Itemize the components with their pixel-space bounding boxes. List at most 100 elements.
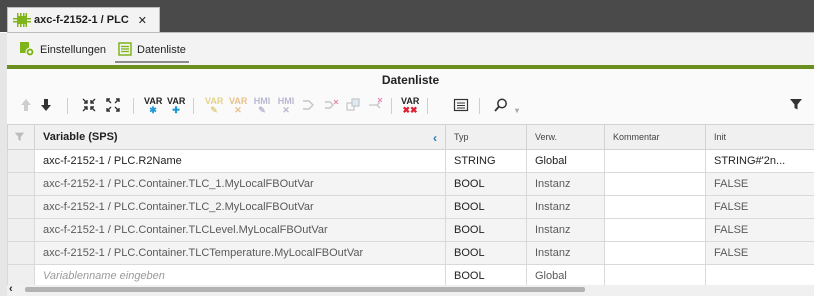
filter-column-header[interactable] xyxy=(7,124,35,150)
variable-prefix: axc-f-2152-1 / PLC. xyxy=(43,201,139,213)
toolbar-separator xyxy=(133,98,134,114)
usage-cell[interactable]: Instanz xyxy=(526,218,605,242)
table-row[interactable]: axc-f-2152-1 / PLC.Container.TLC_2.MyLoc… xyxy=(7,195,814,219)
add-var-multiple-icon[interactable]: VAR ✚ xyxy=(167,97,185,115)
scroll-left-icon[interactable]: ‹ xyxy=(9,283,13,295)
comment-cell[interactable] xyxy=(604,149,706,173)
variable-cell[interactable]: axc-f-2152-1 / PLC.Container.TLCLevel.My… xyxy=(34,218,446,242)
column-header-typ[interactable]: Typ xyxy=(445,124,527,150)
variable-cell[interactable]: axc-f-2152-1 / PLC.R2Name xyxy=(34,149,446,173)
variable-name: Container.TLC_2.MyLocalFBOutVar xyxy=(138,201,314,213)
row-selector[interactable] xyxy=(7,241,35,265)
disconnect-icon[interactable] xyxy=(323,97,339,115)
init-cell[interactable]: FALSE xyxy=(705,218,814,242)
tab-einstellungen[interactable]: Einstellungen xyxy=(19,40,106,60)
toolbar: VAR ✱ VAR ✚ VAR ✎ VAR ✕ HMI ✎ HMI ✕ VAR … xyxy=(7,94,814,118)
usage-cell[interactable]: Instanz xyxy=(526,195,605,219)
search-dropdown-icon[interactable]: ▾ xyxy=(515,106,519,124)
usage-cell[interactable]: Instanz xyxy=(526,172,605,196)
row-selector[interactable] xyxy=(7,195,35,219)
type-cell[interactable]: STRING xyxy=(445,149,527,173)
init-cell[interactable]: FALSE xyxy=(705,195,814,219)
row-selector[interactable] xyxy=(7,149,35,173)
toolbar-separator xyxy=(427,98,428,114)
comment-cell[interactable] xyxy=(604,195,706,219)
tab-datenliste[interactable]: Datenliste xyxy=(115,40,189,63)
variable-name: Container.TLCLevel.MyLocalFBOutVar xyxy=(138,224,328,236)
variable-cell[interactable]: axc-f-2152-1 / PLC.Container.TLC_2.MyLoc… xyxy=(34,195,446,219)
table-row[interactable]: axc-f-2152-1 / PLC.Container.TLCLevel.My… xyxy=(7,218,814,242)
variable-prefix: axc-f-2152-1 / PLC. xyxy=(43,247,139,259)
type-cell[interactable]: BOOL xyxy=(445,241,527,265)
table-view-icon[interactable] xyxy=(453,97,469,115)
delete-var-icon[interactable]: VAR ✕ xyxy=(229,97,247,115)
variable-prefix: axc-f-2152-1 / PLC. xyxy=(43,224,139,236)
toolbar-separator xyxy=(479,98,480,114)
delete-hmi-label: HMI xyxy=(277,96,295,106)
toolbar-separator xyxy=(67,98,68,114)
delete-unused-var-icon[interactable]: VAR ✖✖ xyxy=(401,97,419,115)
column-header-kommentar[interactable]: Kommentar xyxy=(604,124,706,150)
edit-var-icon[interactable]: VAR ✎ xyxy=(205,97,223,115)
horizontal-scrollbar[interactable]: ‹ xyxy=(7,283,814,296)
list-icon xyxy=(118,41,132,59)
remove-connection-icon[interactable] xyxy=(367,97,383,115)
add-var-icon[interactable]: VAR ✱ xyxy=(144,97,162,115)
filter-icon[interactable] xyxy=(789,97,803,115)
variable-name: R2Name xyxy=(138,155,182,167)
move-down-icon[interactable] xyxy=(39,97,53,115)
table-row[interactable]: axc-f-2152-1 / PLC.Container.TLCTemperat… xyxy=(7,241,814,265)
variable-cell[interactable]: axc-f-2152-1 / PLC.Container.TLCTemperat… xyxy=(34,241,446,265)
plc-chip-icon xyxy=(13,13,31,27)
type-cell[interactable]: BOOL xyxy=(445,218,527,242)
panel-title: Datenliste xyxy=(381,73,440,87)
variables-table: Variable (SPS) ‹ Typ Verw. Kommentar Ini… xyxy=(7,124,814,288)
column-header-verw[interactable]: Verw. xyxy=(526,124,605,150)
filter-icon xyxy=(14,132,25,141)
collapse-all-icon[interactable] xyxy=(81,97,97,115)
expand-all-icon[interactable] xyxy=(105,97,121,115)
comment-cell[interactable] xyxy=(604,218,706,242)
document-tab-title: axc-f-2152-1 / PLC xyxy=(34,14,129,26)
edit-var-label: VAR xyxy=(205,96,224,106)
row-selector[interactable] xyxy=(7,172,35,196)
tab-datenliste-label: Datenliste xyxy=(137,44,186,56)
table-row[interactable]: axc-f-2152-1 / PLC.Container.TLC_1.MyLoc… xyxy=(7,172,814,196)
editor-subtabs: Einstellungen Datenliste xyxy=(7,33,814,65)
edit-hmi-icon[interactable]: HMI ✎ xyxy=(253,97,271,115)
document-tab[interactable]: axc-f-2152-1 / PLC ✕ xyxy=(7,7,160,32)
table-row[interactable]: axc-f-2152-1 / PLC.R2Name STRING Global … xyxy=(7,149,814,173)
left-gutter xyxy=(0,33,7,296)
init-cell[interactable]: FALSE xyxy=(705,172,814,196)
datenliste-panel: Datenliste VAR✱ VAR✚ VAR✎ VAR✕ HMI✎ xyxy=(7,69,814,296)
usage-cell[interactable]: Global xyxy=(526,149,605,173)
row-selector[interactable] xyxy=(7,218,35,242)
type-cell[interactable]: BOOL xyxy=(445,195,527,219)
search-icon[interactable] xyxy=(493,97,509,115)
variable-prefix: axc-f-2152-1 / PLC. xyxy=(43,155,139,167)
close-icon[interactable]: ✕ xyxy=(138,14,147,27)
variable-prefix: axc-f-2152-1 / PLC. xyxy=(43,178,139,190)
edit-hmi-label: HMI xyxy=(253,96,271,106)
type-cell[interactable]: BOOL xyxy=(445,172,527,196)
move-up-icon[interactable] xyxy=(19,97,33,115)
column-header-variable[interactable]: Variable (SPS) ‹ xyxy=(34,124,446,150)
column-header-init[interactable]: Init xyxy=(705,124,814,150)
comment-cell[interactable] xyxy=(604,241,706,265)
delete-hmi-icon[interactable]: HMI ✕ xyxy=(277,97,295,115)
comment-cell[interactable] xyxy=(604,172,706,196)
tab-einstellungen-label: Einstellungen xyxy=(40,44,107,56)
toolbar-separator xyxy=(391,98,392,114)
toolbar-separator xyxy=(193,98,194,114)
init-cell[interactable]: FALSE xyxy=(705,241,814,265)
connect-icon[interactable] xyxy=(301,97,317,115)
table-header-row: Variable (SPS) ‹ Typ Verw. Kommentar Ini… xyxy=(7,124,814,150)
settings-gear-icon xyxy=(19,41,35,60)
variable-name: Container.TLC_1.MyLocalFBOutVar xyxy=(138,178,314,190)
init-cell[interactable]: STRING#'2n... xyxy=(705,149,814,173)
variable-cell[interactable]: axc-f-2152-1 / PLC.Container.TLC_1.MyLoc… xyxy=(34,172,446,196)
usage-cell[interactable]: Instanz xyxy=(526,241,605,265)
scrollbar-thumb[interactable] xyxy=(25,287,585,292)
copy-connection-icon[interactable] xyxy=(345,97,361,115)
chevron-left-icon[interactable]: ‹ xyxy=(433,131,437,145)
